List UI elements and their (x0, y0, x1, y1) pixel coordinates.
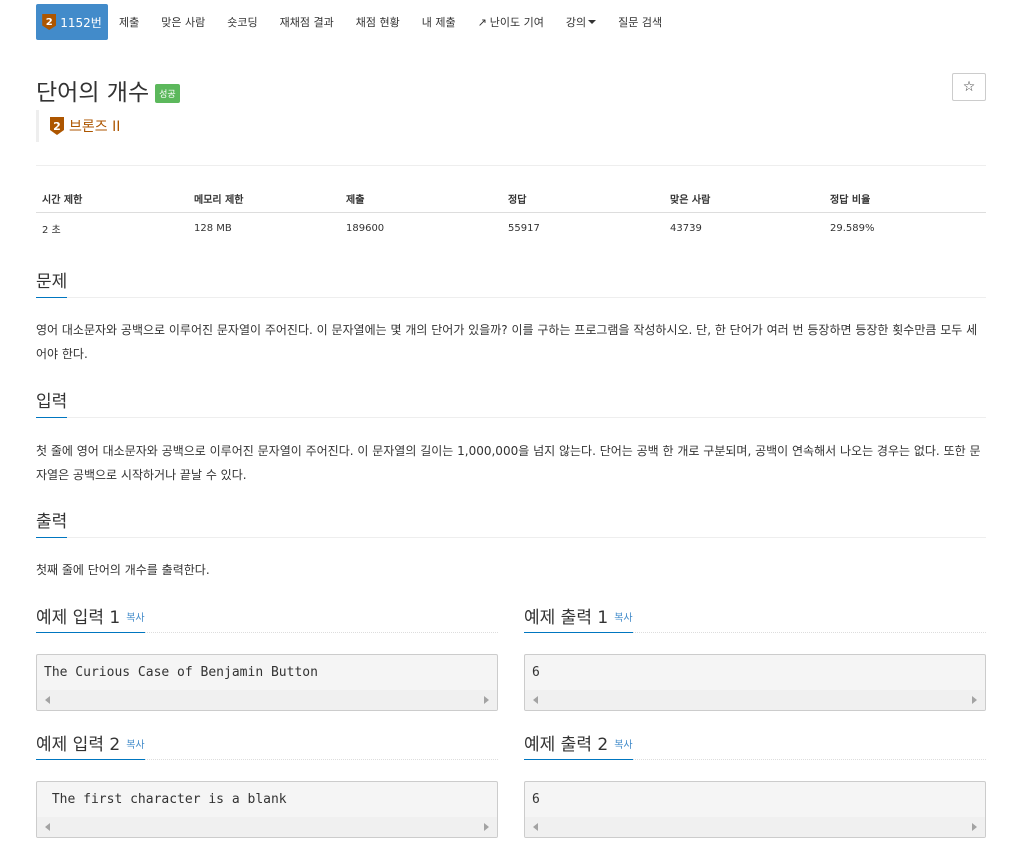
tier-row: 2 브론즈 II (36, 110, 120, 142)
table-header-row: 시간 제한 메모리 제한 제출 정답 맞은 사람 정답 비율 (36, 183, 986, 213)
scroll-left-icon[interactable] (533, 823, 538, 831)
tab-contribute[interactable]: ↗ 난이도 기여 (467, 4, 555, 40)
sample-input-2-box[interactable]: The first character is a blank (36, 781, 498, 838)
sample-input-2-title: 예제 입력 2 복사 (36, 730, 145, 760)
sample-output-2-header: 예제 출력 2 복사 (524, 732, 986, 760)
col-memory-limit: 메모리 제한 (188, 183, 340, 213)
tab-status[interactable]: 채점 현황 (345, 4, 411, 40)
section-output-title: 출력 (36, 507, 68, 538)
problem-description: 영어 대소문자와 공백으로 이루어진 문자열이 주어진다. 이 문자열에는 몇 … (36, 323, 978, 361)
favorite-button[interactable]: ☆ (952, 73, 986, 101)
accepted-value: 55917 (508, 223, 540, 234)
problem-nav: 2 1152번 제출 맞은 사람 숏코딩 재채점 결과 채점 현황 내 제출 ↗… (36, 4, 673, 40)
section-input-header: 입력 (36, 388, 986, 418)
sample-output-1-header: 예제 출력 1 복사 (524, 605, 986, 633)
horizontal-scrollbar[interactable] (525, 690, 985, 710)
tab-submit[interactable]: 제출 (108, 4, 150, 40)
sample-input-1-label: 예제 입력 1 (36, 608, 121, 628)
tab-my-submissions[interactable]: 내 제출 (411, 4, 467, 40)
tab-qna[interactable]: 질문 검색 (607, 4, 673, 40)
sample-output-2-title: 예제 출력 2 복사 (524, 730, 633, 760)
tier-label[interactable]: 브론즈 II (69, 116, 120, 136)
copy-button[interactable]: 복사 (614, 740, 632, 751)
caret-down-icon (588, 20, 597, 24)
sample-output-1-label: 예제 출력 1 (524, 608, 609, 628)
sample-input-1-title: 예제 입력 1 복사 (36, 603, 145, 633)
sample-input-1-text: The Curious Case of Benjamin Button (44, 665, 318, 680)
tab-lecture[interactable]: 강의 (555, 4, 607, 40)
sample-input-2-header: 예제 입력 2 복사 (36, 732, 498, 760)
col-time-limit: 시간 제한 (36, 183, 188, 213)
scroll-left-icon[interactable] (533, 696, 538, 704)
sample-output-2-text: 6 (532, 792, 540, 807)
time-limit-value: 2 초 (42, 225, 61, 236)
col-submissions: 제출 (340, 183, 502, 213)
section-input-title: 입력 (36, 387, 68, 418)
input-description: 첫 줄에 영어 대소문자와 공백으로 이루어진 문자열이 주어진다. 이 문자열… (36, 444, 981, 482)
col-accepted: 정답 (502, 183, 664, 213)
problem-info-table: 시간 제한 메모리 제한 제출 정답 맞은 사람 정답 비율 2 초 128 M… (36, 183, 986, 244)
sample-output-1-box[interactable]: 6 (524, 654, 986, 711)
section-problem-header: 문제 (36, 268, 986, 298)
scroll-right-icon[interactable] (972, 823, 977, 831)
solvers-value: 43739 (670, 223, 702, 234)
external-link-icon: ↗ (477, 15, 487, 29)
sample-input-2-label: 예제 입력 2 (36, 735, 121, 755)
horizontal-scrollbar[interactable] (37, 690, 497, 710)
sample-input-1-box[interactable]: The Curious Case of Benjamin Button (36, 654, 498, 711)
col-ratio: 정답 비율 (824, 183, 986, 213)
scroll-left-icon[interactable] (45, 696, 50, 704)
sample-input-1-header: 예제 입력 1 복사 (36, 605, 498, 633)
copy-button[interactable]: 복사 (614, 613, 632, 624)
section-output-header: 출력 (36, 508, 986, 538)
sample-output-2-label: 예제 출력 2 (524, 735, 609, 755)
problem-id: 1152번 (60, 15, 102, 30)
bronze-tier-icon: 2 (50, 117, 64, 135)
title-row: 단어의 개수 성공 (36, 73, 180, 107)
sample-input-2-text: The first character is a blank (44, 792, 287, 807)
horizontal-scrollbar[interactable] (525, 817, 985, 837)
ratio-value: 29.589% (830, 223, 875, 234)
tab-lecture-label: 강의 (565, 16, 587, 29)
scroll-right-icon[interactable] (484, 696, 489, 704)
copy-button[interactable]: 복사 (126, 740, 144, 751)
tab-rejudge[interactable]: 재채점 결과 (269, 4, 345, 40)
output-description: 첫째 줄에 단어의 개수를 출력한다. (36, 563, 210, 577)
scroll-right-icon[interactable] (972, 696, 977, 704)
horizontal-scrollbar[interactable] (37, 817, 497, 837)
col-solvers: 맞은 사람 (664, 183, 824, 213)
star-icon: ☆ (962, 79, 976, 95)
bronze-tier-icon: 2 (42, 14, 57, 30)
page-title: 단어의 개수 (36, 80, 150, 106)
submissions-value: 189600 (346, 223, 385, 234)
scroll-left-icon[interactable] (45, 823, 50, 831)
sample-output-1-title: 예제 출력 1 복사 (524, 603, 633, 633)
divider (36, 165, 986, 166)
tab-shortcoding[interactable]: 숏코딩 (216, 4, 268, 40)
sample-output-1-text: 6 (532, 665, 540, 680)
status-badge: 성공 (155, 83, 180, 103)
section-problem-title: 문제 (36, 267, 68, 298)
sample-output-2-box[interactable]: 6 (524, 781, 986, 838)
tab-solvers[interactable]: 맞은 사람 (150, 4, 216, 40)
copy-button[interactable]: 복사 (126, 613, 144, 624)
tab-contribute-label: 난이도 기여 (489, 16, 544, 29)
memory-limit-value: 128 MB (194, 223, 232, 234)
scroll-right-icon[interactable] (484, 823, 489, 831)
table-row: 2 초 128 MB 189600 55917 43739 29.589% (36, 213, 986, 245)
tab-problem[interactable]: 2 1152번 (36, 4, 108, 40)
